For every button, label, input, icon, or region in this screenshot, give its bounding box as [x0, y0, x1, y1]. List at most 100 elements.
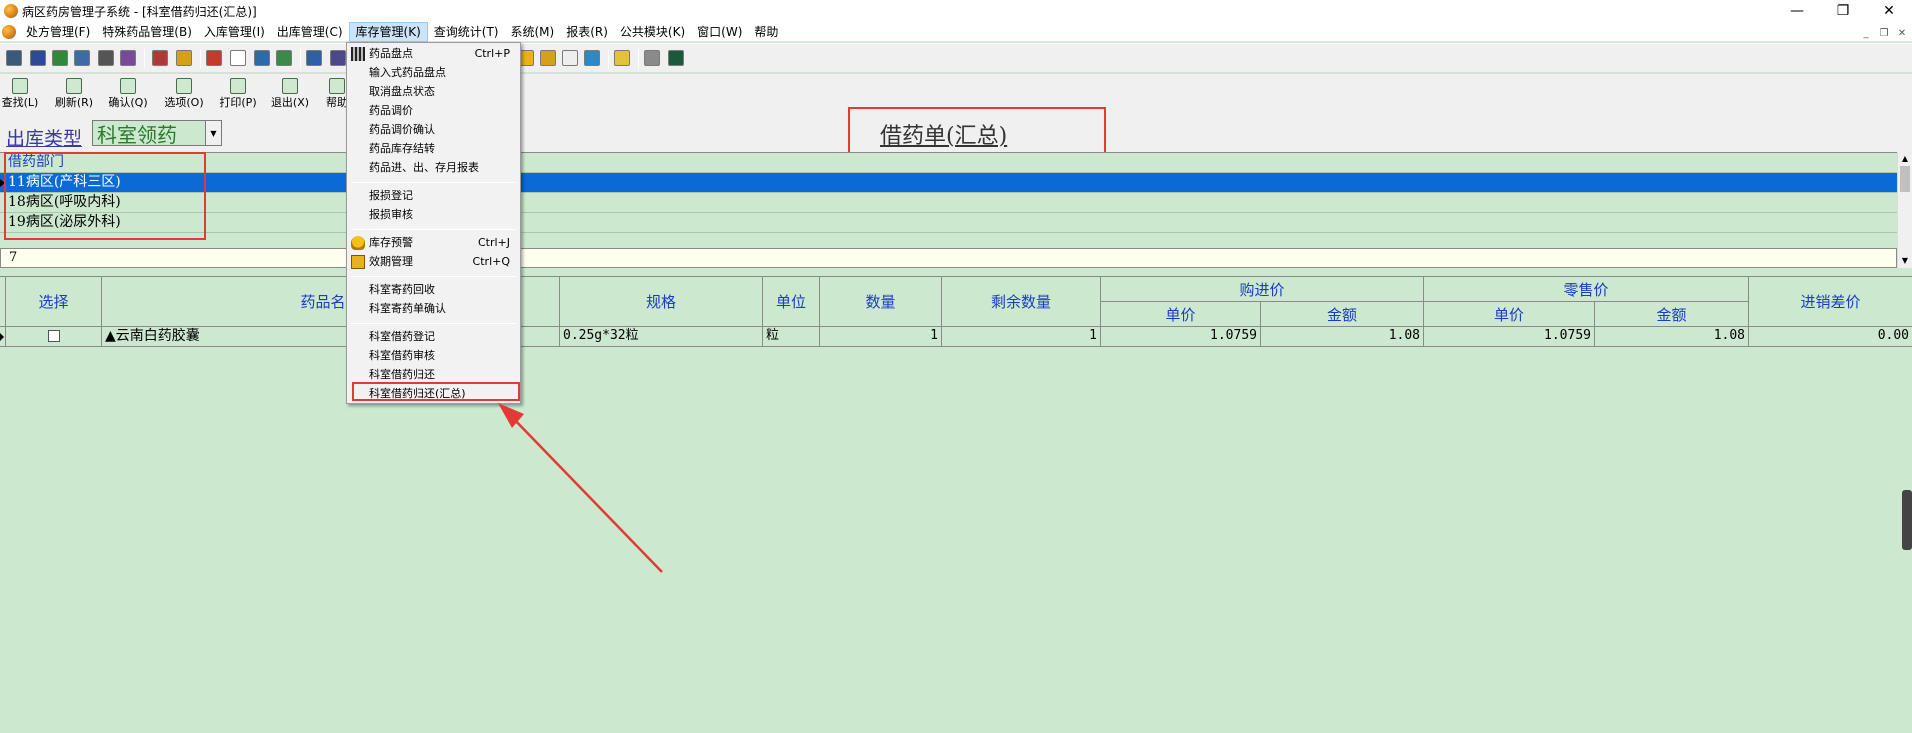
menu-reports[interactable]: 报表(R) [560, 22, 614, 42]
print-preview-icon[interactable] [6, 50, 22, 66]
menu-item-loss-review[interactable]: 报损审核 [347, 206, 520, 224]
header-unit[interactable]: 单位 [763, 277, 820, 327]
open-folder-icon[interactable] [614, 50, 630, 66]
users-icon[interactable] [120, 50, 136, 66]
calc-icon[interactable] [584, 50, 600, 66]
cell-retail-unit-price[interactable]: 1.0759 [1424, 327, 1595, 347]
menu-system[interactable]: 系统(M) [504, 22, 560, 42]
exit-button[interactable]: 退出(X) [268, 76, 312, 109]
outbound-type-label: 出库类型 [6, 128, 83, 150]
header-retail-amount[interactable]: 金额 [1595, 302, 1749, 327]
menu-item-borrow-register[interactable]: 科室借药登记 [347, 328, 520, 346]
print-label: 打印(P) [219, 96, 257, 109]
cell-diff[interactable]: 0.00 [1749, 327, 1912, 347]
cell-spec[interactable]: 0.25g*32粒 [560, 327, 763, 347]
report-icon[interactable] [206, 50, 222, 66]
menu-special-drugs[interactable]: 特殊药品管理(B) [96, 22, 198, 42]
save-icon[interactable] [74, 50, 90, 66]
mdi-close-button[interactable]: ✕ [1894, 26, 1910, 40]
bell-icon[interactable] [540, 50, 556, 66]
menu-public[interactable]: 公共模块(K) [614, 22, 691, 42]
scroll-up-icon[interactable]: ▲ [1898, 152, 1912, 166]
confirm-button[interactable]: 确认(Q) [106, 76, 150, 109]
menu-item-loss-register[interactable]: 报损登记 [347, 187, 520, 205]
header-select[interactable]: 选择 [6, 277, 102, 327]
checkbox-icon[interactable] [230, 50, 246, 66]
scroll-thumb[interactable] [1900, 166, 1910, 192]
header-diff[interactable]: 进销差价 [1749, 277, 1912, 327]
help-label: 帮助 [326, 96, 348, 109]
menu-item-expiry-mgmt[interactable]: 效期管理 Ctrl+Q [347, 253, 520, 271]
outbound-type-select[interactable]: 科室领药 ▼ [92, 120, 222, 147]
dept-row[interactable]: 18病区(呼吸内科) [0, 193, 1897, 213]
row-select-checkbox[interactable] [47, 330, 60, 342]
document-icon[interactable] [152, 50, 168, 66]
monitor-icon[interactable] [668, 50, 684, 66]
cell-remaining[interactable]: 1 [942, 327, 1101, 347]
mdi-restore-button[interactable]: ❐ [1876, 26, 1892, 40]
menu-item-consign-recall[interactable]: 科室寄药回收 [347, 281, 520, 299]
menu-outbound[interactable]: 出库管理(C) [271, 22, 349, 42]
header-retail-price[interactable]: 零售价 [1424, 277, 1749, 302]
header-retail-unit-price[interactable]: 单价 [1424, 302, 1595, 327]
find-button[interactable]: 查找(L) [0, 76, 40, 109]
print-button[interactable]: 打印(P) [216, 76, 260, 109]
menu-item-stock-warning[interactable]: 库存预警 Ctrl+J [347, 234, 520, 252]
header-quantity[interactable]: 数量 [820, 277, 942, 327]
menu-shortcut: Ctrl+Q [472, 255, 510, 268]
close-button[interactable]: ✕ [1866, 0, 1912, 22]
maximize-button[interactable]: ❐ [1820, 0, 1866, 22]
cell-purchase-amount[interactable]: 1.08 [1261, 327, 1424, 347]
menu-item-monthly-report[interactable]: 药品进、出、存月报表 [347, 159, 520, 177]
header-purchase-unit-price[interactable]: 单价 [1101, 302, 1261, 327]
menu-prescription[interactable]: 处方管理(F) [20, 22, 96, 42]
cell-purchase-unit-price[interactable]: 1.0759 [1101, 327, 1261, 347]
menu-item-inventory-check[interactable]: 药品盘点 Ctrl+P [347, 45, 520, 63]
chevron-down-icon[interactable]: ▼ [205, 121, 221, 145]
header-purchase-price[interactable]: 购进价 [1101, 277, 1424, 302]
header-spec[interactable]: 规格 [560, 277, 763, 327]
menu-separator [351, 182, 516, 183]
refresh-button[interactable]: 刷新(R) [52, 76, 96, 109]
cloud-icon[interactable] [644, 50, 660, 66]
dept-row[interactable]: 11病区(产科三区) [0, 173, 1897, 193]
menu-window[interactable]: 窗口(W) [691, 22, 748, 42]
menu-item-stock-carryover[interactable]: 药品库存结转 [347, 140, 520, 158]
menu-item-price-confirm[interactable]: 药品调价确认 [347, 121, 520, 139]
cell-quantity[interactable]: 1 [820, 327, 942, 347]
menu-help[interactable]: 帮助 [748, 22, 784, 42]
dept-list: 借药部门 11病区(产科三区) 18病区(呼吸内科) 19病区(泌尿外科) [0, 152, 1897, 248]
menu-item-label: 取消盘点状态 [369, 85, 435, 98]
dept-list-scrollbar[interactable]: ▲ ▼ [1897, 152, 1912, 268]
grid-icon [351, 47, 365, 61]
menu-item-input-check[interactable]: 输入式药品盘点 [347, 64, 520, 82]
menu-item-cancel-check[interactable]: 取消盘点状态 [347, 83, 520, 101]
menu-item-consign-confirm[interactable]: 科室寄药单确认 [347, 300, 520, 318]
folder-icon[interactable] [176, 50, 192, 66]
edit-icon[interactable] [306, 50, 322, 66]
menu-inbound[interactable]: 入库管理(I) [198, 22, 271, 42]
magnifier-icon[interactable] [562, 50, 578, 66]
menu-item-price-adjust[interactable]: 药品调价 [347, 102, 520, 120]
check-doc-icon[interactable] [276, 50, 292, 66]
scroll-down-icon[interactable]: ▼ [1898, 254, 1912, 268]
mdi-minimize-button[interactable]: _ [1858, 26, 1874, 40]
clipboard-icon[interactable] [254, 50, 270, 66]
menu-inventory[interactable]: 库存管理(K) [348, 21, 428, 42]
count-row: 7 [0, 248, 1897, 268]
bottle-icon[interactable] [30, 50, 46, 66]
cell-retail-amount[interactable]: 1.08 [1595, 327, 1749, 347]
menu-item-borrow-review[interactable]: 科室借药审核 [347, 347, 520, 365]
window-icon[interactable] [330, 50, 346, 66]
options-button[interactable]: 选项(O) [162, 76, 206, 109]
cell-unit[interactable]: 粒 [763, 327, 820, 347]
menu-item-label: 药品调价 [369, 104, 413, 117]
header-purchase-amount[interactable]: 金额 [1261, 302, 1424, 327]
minimize-button[interactable]: — [1774, 0, 1820, 22]
menu-query[interactable]: 查询统计(T) [428, 22, 505, 42]
side-panel-handle[interactable] [1902, 490, 1912, 550]
header-remaining[interactable]: 剩余数量 [942, 277, 1101, 327]
dept-row[interactable]: 19病区(泌尿外科) [0, 213, 1897, 233]
approve-icon[interactable] [52, 50, 68, 66]
binoculars-icon[interactable] [98, 50, 114, 66]
